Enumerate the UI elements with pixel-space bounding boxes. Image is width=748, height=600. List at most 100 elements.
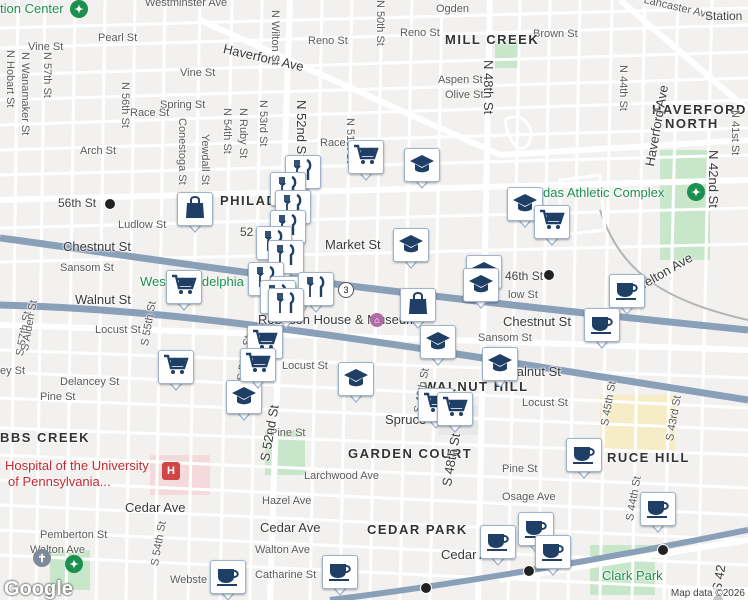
cafe-marker[interactable]	[566, 438, 602, 479]
street-label: Walnut St	[75, 292, 131, 307]
street-label: Ludlow St	[118, 219, 167, 231]
coffee-cup-icon	[215, 563, 241, 592]
grocery-marker[interactable]	[158, 350, 194, 391]
school-icon	[343, 365, 369, 394]
grocery-marker[interactable]	[166, 270, 202, 311]
street-label: Pine St	[40, 391, 76, 403]
grocery-marker[interactable]	[240, 348, 276, 389]
train-station-icon[interactable]	[543, 269, 555, 281]
cafe-marker[interactable]	[210, 560, 246, 600]
street-label: Cedar Ave	[260, 520, 321, 535]
school-marker[interactable]	[420, 325, 456, 366]
station-label: 46th St	[505, 269, 544, 283]
poi-label: das Athletic Complex	[543, 185, 665, 200]
google-logo: Google	[4, 578, 73, 600]
street-label: Pine St	[502, 463, 538, 475]
park-pin-icon[interactable]: ✦	[65, 555, 83, 573]
train-station-icon[interactable]	[657, 544, 669, 556]
street-label: N 54th St	[221, 108, 233, 154]
street-label: Conestoga St	[176, 118, 188, 185]
poi-label: tion Center	[0, 1, 64, 16]
shopping-marker[interactable]	[400, 288, 436, 329]
shopping-marker[interactable]	[177, 192, 213, 233]
school-marker[interactable]	[463, 268, 499, 309]
place-of-worship-icon[interactable]: ✝	[33, 549, 51, 567]
street-label: N Wanamaker St	[19, 52, 31, 136]
street-label: Race	[320, 137, 346, 149]
street-label: Brown St	[533, 28, 578, 40]
street-label: Osage Ave	[502, 491, 556, 503]
neighborhood-label: CEDAR PARK	[367, 522, 468, 537]
map-canvas[interactable]: 3 Westminster Ave tion Center Ogden Lanc…	[0, 0, 748, 600]
street-label: N 57th St	[41, 52, 53, 98]
train-station-icon[interactable]	[104, 198, 116, 210]
neighborhood-label: MILL CREEK	[445, 32, 540, 47]
coffee-cup-icon	[571, 441, 597, 470]
street-label: N Ruby St	[237, 108, 249, 159]
park-pin-icon[interactable]: ✦	[687, 183, 705, 201]
street-label: Hazel Ave	[262, 495, 312, 507]
train-station-icon[interactable]	[523, 565, 535, 577]
grocery-marker[interactable]	[534, 205, 570, 246]
street-label: Sansom St	[60, 262, 114, 274]
school-icon	[487, 350, 513, 379]
cafe-marker[interactable]	[322, 555, 358, 596]
school-icon	[409, 151, 435, 180]
street-label: Larchwood Ave	[304, 470, 380, 482]
coffee-cup-icon	[540, 538, 566, 567]
park-pin-icon[interactable]: ✦	[70, 0, 88, 18]
street-label: N Wilton St	[269, 10, 281, 66]
street-label: Vine St	[180, 67, 216, 79]
street-label: Delancey St	[60, 376, 120, 388]
shopping-bag-icon	[405, 291, 431, 320]
street-label: low St	[508, 289, 538, 301]
street-label: Arch St	[80, 145, 117, 157]
train-station-icon[interactable]	[420, 582, 432, 594]
cafe-marker[interactable]	[535, 535, 571, 576]
school-marker[interactable]	[393, 228, 429, 269]
street-label: N 41st St	[729, 110, 741, 156]
coffee-cup-icon	[645, 495, 671, 524]
cafe-marker[interactable]	[584, 308, 620, 349]
coffee-cup-icon	[589, 311, 615, 340]
school-icon	[398, 231, 424, 260]
school-icon	[468, 271, 494, 300]
school-marker[interactable]	[482, 347, 518, 388]
street-label: Aspen St	[438, 74, 483, 86]
coffee-cup-icon	[327, 558, 353, 587]
grocery-cart-icon	[163, 353, 189, 382]
poi-label: of Pennsylvania...	[8, 474, 111, 489]
grocery-marker[interactable]	[437, 392, 473, 433]
poi-label: Hospital of the University	[5, 458, 149, 473]
shopping-bag-icon	[182, 195, 208, 224]
street-label: Walton Ave	[255, 544, 311, 556]
neighborhood-label: PHILAD	[220, 193, 278, 208]
neighborhood-label: RUCE HILL	[607, 450, 690, 465]
school-marker[interactable]	[338, 362, 374, 403]
street-label: Olive St	[445, 89, 484, 101]
street-label: N 42nd St	[706, 150, 721, 208]
poi-label: Clark Park	[602, 568, 663, 583]
poi-label: Station	[705, 9, 743, 23]
street-label: Webste	[170, 574, 208, 586]
route-shield: 3	[338, 282, 354, 298]
street-label: Westminster Ave	[145, 0, 228, 9]
street-label: N 53rd St	[257, 100, 269, 147]
coffee-cup-icon	[485, 528, 511, 557]
map-attribution[interactable]: Map data ©2026	[667, 587, 748, 600]
school-icon	[425, 328, 451, 357]
street-label: Chestnut St	[503, 314, 571, 329]
museum-icon[interactable]: ⌂	[370, 313, 384, 327]
restaurant-marker[interactable]	[268, 288, 304, 329]
street-label: Cedar Ave	[125, 500, 186, 515]
hospital-icon[interactable]: H	[162, 462, 180, 480]
cafe-marker[interactable]	[640, 492, 676, 533]
neighborhood-label: NORTH	[665, 116, 719, 131]
street-label: Locust St	[282, 360, 328, 372]
street-label: Reno St	[308, 35, 348, 47]
cafe-marker[interactable]	[480, 525, 516, 566]
grocery-marker[interactable]	[348, 140, 384, 181]
restaurant-icon	[303, 275, 329, 304]
grocery-cart-icon	[442, 395, 468, 424]
school-marker[interactable]	[404, 148, 440, 189]
